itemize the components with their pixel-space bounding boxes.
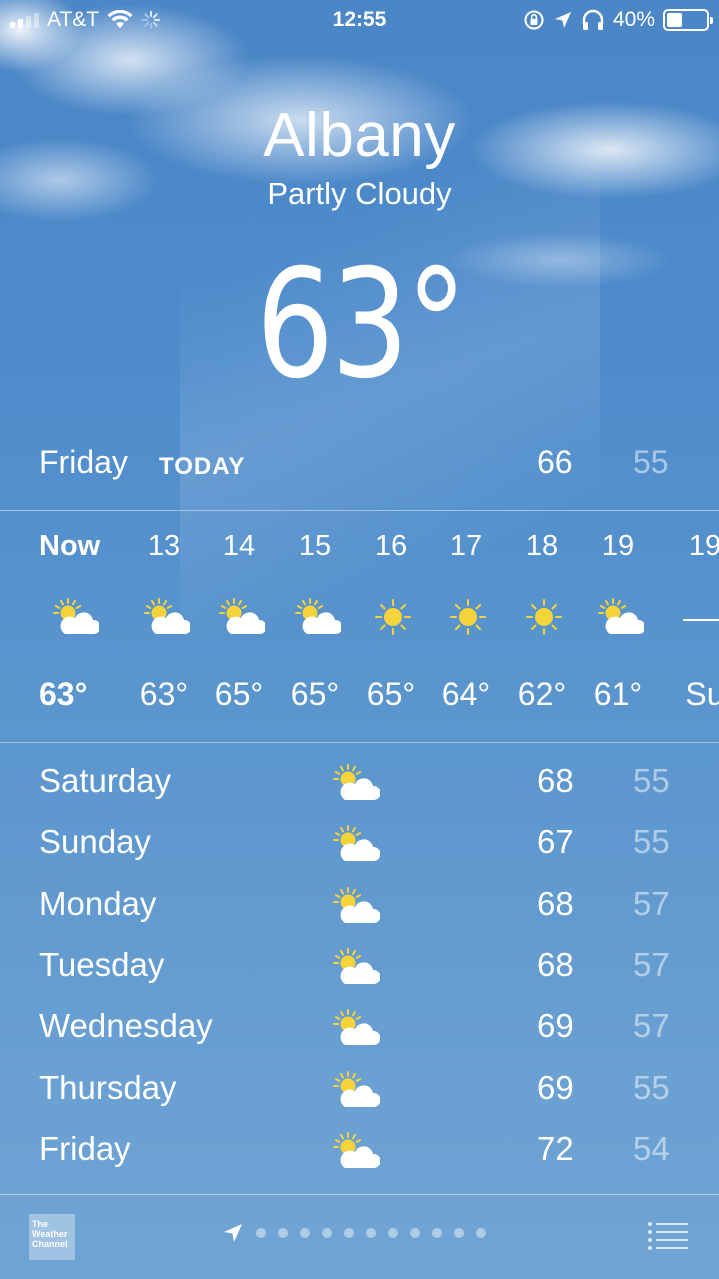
partly-cloudy-icon [293,596,343,638]
day-low: 57 [633,945,670,983]
sunny-icon [369,596,417,638]
status-right: 40% [523,8,713,32]
partly-cloudy-icon [217,596,267,638]
hour-temperature: 62° [517,676,567,712]
partly-cloudy-icon [330,1130,381,1172]
hour-label: 18 [525,530,559,562]
daily-row: Friday 72 54 [0,1120,719,1181]
page-dot[interactable] [432,1228,442,1238]
partly-cloudy-icon [330,1069,381,1111]
page-dot[interactable] [344,1228,354,1238]
hour-label: 19 [688,530,719,562]
hour-temperature: 64° [441,676,491,712]
hour-temperature: 63° [39,676,88,712]
sunny-icon [520,596,568,638]
day-name: Wednesday [39,1007,213,1045]
hour-label: 15 [298,530,332,562]
today-high: 66 [537,444,573,480]
page-indicator[interactable] [222,1222,486,1244]
orientation-lock-icon [524,10,544,30]
headphones-icon [582,9,604,30]
day-low: 54 [633,1129,670,1167]
partly-cloudy-icon [330,823,381,865]
partly-cloudy-icon [330,885,381,927]
city-name: Albany [263,101,456,170]
daily-row: Sunday 67 55 [0,813,719,874]
hourly-forecast[interactable]: Now 63° 13 63° 14 65° 15 65° 16 65° 17 6… [0,512,719,742]
day-name: Monday [39,884,157,922]
day-name: Tuesday [39,945,165,983]
weather-channel-logo[interactable]: The Weather Channel [29,1214,75,1260]
daily-row: Saturday 68 55 [0,752,719,813]
daily-row: Thursday 69 55 [0,1059,719,1120]
day-low: 55 [633,823,670,861]
sunset-icon [683,596,719,638]
hour-temperature: 65° [214,676,264,712]
day-name: Friday [39,1129,131,1167]
hour-temperature: 61° [593,676,643,712]
today-low: 55 [633,444,669,480]
battery-icon [663,9,713,31]
condition-text: Partly Cloudy [267,176,452,211]
hour-label: 16 [374,530,408,562]
day-high: 67 [537,823,574,861]
list-icon[interactable] [646,1220,690,1254]
daily-row: Wednesday 69 57 [0,997,719,1058]
day-low: 55 [633,762,670,799]
partly-cloudy-icon [51,596,101,638]
partly-cloudy-icon [330,946,381,988]
partly-cloudy-icon [596,596,646,638]
daily-row: Monday 68 57 [0,875,719,936]
current-temperature: 63° [255,238,466,412]
day-high: 68 [537,884,574,922]
status-bar: AT&T 12:55 40% [0,0,719,40]
day-high: 68 [537,945,574,983]
hour-label: 17 [449,530,483,562]
page-dot[interactable] [256,1228,266,1238]
day-high: 68 [537,762,574,799]
day-high: 72 [537,1129,574,1167]
today-tag: TODAY [159,453,246,480]
bottom-bar: The Weather Channel [0,1194,719,1279]
partly-cloudy-icon [330,762,381,804]
page-dot[interactable] [278,1228,288,1238]
day-low: 57 [633,1007,670,1045]
hour-label: 14 [222,530,256,562]
page-dot[interactable] [410,1228,420,1238]
hour-temperature: 65° [366,676,416,712]
divider [0,742,719,743]
partly-cloudy-icon [142,596,192,638]
page-dot[interactable] [366,1228,376,1238]
today-summary: Friday TODAY 66 55 [0,440,719,490]
daily-row: Tuesday 68 57 [0,936,719,997]
hour-label: Now [39,530,101,562]
day-high: 69 [537,1068,574,1106]
day-low: 55 [633,1068,670,1106]
hour-label: 19 [601,530,635,562]
page-dot[interactable] [388,1228,398,1238]
battery-percent: 40% [612,8,655,31]
page-dot[interactable] [476,1228,486,1238]
partly-cloudy-icon [330,1007,381,1049]
hour-label: 13 [147,530,181,562]
day-high: 69 [537,1007,574,1045]
hour-temperature: 65° [290,676,340,712]
page-dot[interactable] [454,1228,464,1238]
day-name: Thursday [39,1068,177,1106]
day-name: Saturday [39,762,172,799]
hour-temperature: 63° [139,676,189,712]
page-dot[interactable] [300,1228,310,1238]
page-dot[interactable] [322,1228,332,1238]
sunny-icon [444,596,492,638]
location-services-icon [554,12,571,28]
location-arrow-icon [224,1224,242,1242]
today-day: Friday [39,444,128,480]
day-name: Sunday [39,823,151,861]
day-low: 57 [633,884,670,922]
divider [0,510,719,511]
hour-temperature: Su [685,676,719,712]
